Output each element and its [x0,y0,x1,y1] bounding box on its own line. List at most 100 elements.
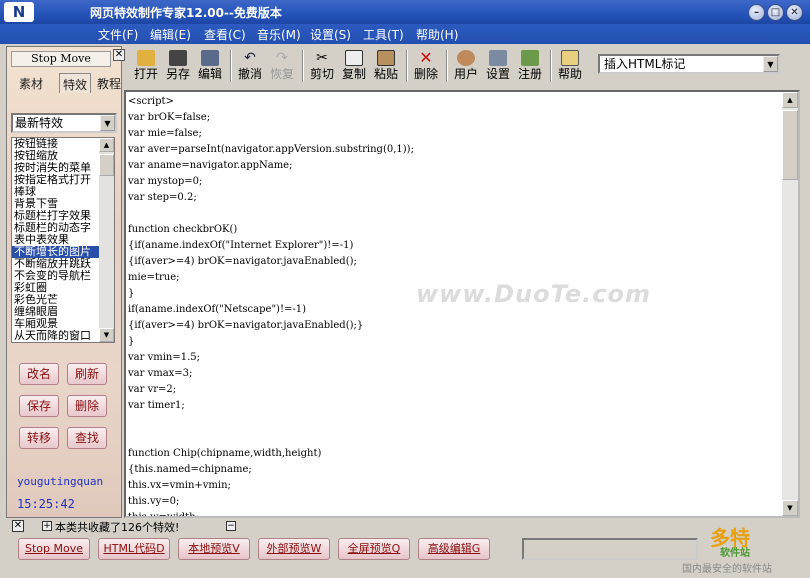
local-preview-button[interactable]: 本地预览V [178,538,250,560]
list-item[interactable]: 彩色光芒 [12,294,100,306]
chevron-down-icon[interactable]: ▼ [763,56,778,72]
cut-button[interactable]: ✂ 剪切 [306,48,338,84]
delete-x-icon: ✕ [419,48,433,67]
effect-count: 本类共收藏了126个特效! [55,521,180,534]
category-value: 最新特效 [15,116,64,130]
expand-icon[interactable]: + [42,521,52,531]
toolbar-separator [550,50,552,82]
edit-window-icon [201,50,219,66]
move-button[interactable]: 转移 [19,427,59,449]
scissors-icon: ✂ [316,50,328,66]
scroll-down-icon[interactable]: ▼ [99,328,114,342]
list-scrollbar[interactable]: ▲ ▼ [99,138,114,342]
save-as-button[interactable]: 另存 [162,48,194,84]
html-code-button[interactable]: HTML代码D [98,538,170,560]
code-editor[interactable]: <script> var brOK=false; var mie=false; … [124,90,800,518]
copy-button[interactable]: 复制 [338,48,370,84]
menu-file[interactable]: 文件(F) [98,26,138,43]
minimize-button[interactable]: – [748,4,765,21]
close-icon[interactable]: ✕ [12,520,24,532]
list-item[interactable]: 按时消失的菜单 [12,162,100,174]
external-preview-button[interactable]: 外部预览W [258,538,330,560]
left-panel: Stop Move ✕ 素材 特效 教程 最新特效 ▼ 按钮链接 按钮缩放 按时消失… [6,46,125,518]
collapse-icon[interactable]: − [226,521,236,531]
tab-effects[interactable]: 特效 [59,73,92,93]
list-item[interactable]: 背景下雪 [12,198,100,210]
effects-list[interactable]: 按钮链接 按钮缩放 按时消失的菜单 按指定格式打开 棒球 背景下雪 标题栏打字效果 标题栏的动… [11,137,115,343]
list-item[interactable]: 不断增长的图片 [12,246,100,258]
menu-music[interactable]: 音乐(M) [257,26,301,43]
paste-button[interactable]: 粘贴 [370,48,402,84]
bottom-bar: ✕ + 本类共收藏了126个特效! − Stop Move HTML代码D 本地… [0,518,810,578]
list-item[interactable]: 不会变的导航栏 [12,270,100,282]
maximize-button[interactable]: □ [767,4,784,21]
delete-button[interactable]: 删除 [67,395,107,417]
menu-settings[interactable]: 设置(S) [310,26,351,43]
list-item[interactable]: 表中表效果 [12,234,100,246]
tab-tutorials[interactable]: 教程 [97,75,121,92]
toolbar-separator [406,50,408,82]
register-icon [521,50,539,66]
toolbar-separator [230,50,232,82]
username: yougutingquan [17,475,104,488]
list-item[interactable]: 不断缩放并跳跃 [12,258,100,270]
fullscreen-preview-button[interactable]: 全屏预览Q [338,538,410,560]
category-select[interactable]: 最新特效 ▼ [11,113,117,133]
editor-scroll-thumb[interactable] [782,110,798,180]
list-item[interactable]: 按指定格式打开 [12,174,100,186]
panel-close-icon[interactable]: ✕ [113,49,125,61]
list-item[interactable]: 按钮缩放 [12,150,100,162]
watermark: www.DuoTe.com [416,280,651,308]
menu-help[interactable]: 帮助(H) [416,26,458,43]
menu-edit[interactable]: 编辑(E) [150,26,191,43]
clock: 15:25:42 [17,497,75,511]
redo-button[interactable]: ↷ 恢复 [266,48,298,84]
list-item[interactable]: 从天而降的窗口 [12,330,100,342]
toolbar-separator [446,50,448,82]
list-scroll-thumb[interactable] [99,154,114,176]
open-button[interactable]: 打开 [130,48,162,84]
tab-materials[interactable]: 素材 [19,75,43,92]
user-icon [457,50,475,66]
toolbar: 打开 另存 编辑 ↶ 撤消 ↷ 恢复 ✂ 剪切 复制 粘贴 ✕ 删除 用户 设置 注册 … [126,46,806,86]
chevron-down-icon[interactable]: ▼ [100,115,115,131]
stop-move-button[interactable]: Stop Move [18,538,90,560]
list-item[interactable]: 标题栏打字效果 [12,210,100,222]
scroll-up-icon[interactable]: ▲ [99,138,114,152]
user-button[interactable]: 用户 [450,48,482,84]
register-button[interactable]: 注册 [514,48,546,84]
scroll-down-icon[interactable]: ▼ [782,500,798,516]
help-button[interactable]: 帮助 [554,48,586,84]
find-button[interactable]: 查找 [67,427,107,449]
list-item[interactable]: 标题栏的动态字 [12,222,100,234]
stop-move-marquee[interactable]: Stop Move [11,51,111,67]
folder-open-icon [137,50,155,66]
delete-toolbar-button[interactable]: ✕ 删除 [410,48,442,84]
list-item[interactable]: 彩虹圈 [12,282,100,294]
insert-html-tag-value: 插入HTML标记 [604,57,686,71]
insert-html-tag-select[interactable]: 插入HTML标记 ▼ [598,54,780,74]
refresh-button[interactable]: 刷新 [67,363,107,385]
list-item[interactable]: 缠绵眼眉 [12,306,100,318]
list-item[interactable]: 按钮链接 [12,138,100,150]
advanced-edit-button[interactable]: 高级编辑G [418,538,490,560]
close-button[interactable]: ✕ [786,4,803,21]
rename-button[interactable]: 改名 [19,363,59,385]
list-item[interactable]: 车厢观景 [12,318,100,330]
scroll-up-icon[interactable]: ▲ [782,92,798,108]
brand-suffix: 软件站 [720,548,750,559]
site-watermark: 多特 软件站 国内最安全的软件站 [680,518,810,578]
edit-button[interactable]: 编辑 [194,48,226,84]
menu-view[interactable]: 查看(C) [204,26,246,43]
menu-tools[interactable]: 工具(T) [363,26,404,43]
clipboard-icon [377,50,395,66]
menu-bar: 文件(F) 编辑(E) 查看(C) 音乐(M) 设置(S) 工具(T) 帮助(H… [0,24,810,44]
undo-button[interactable]: ↶ 撤消 [234,48,266,84]
settings-button[interactable]: 设置 [482,48,514,84]
floppy-icon [169,50,187,66]
window-title: 网页特效制作专家12.00--免费版本 [90,6,282,20]
brand-slogan: 国内最安全的软件站 [682,564,772,575]
editor-scrollbar[interactable]: ▲ ▼ [782,92,798,516]
list-item[interactable]: 棒球 [12,186,100,198]
save-button[interactable]: 保存 [19,395,59,417]
